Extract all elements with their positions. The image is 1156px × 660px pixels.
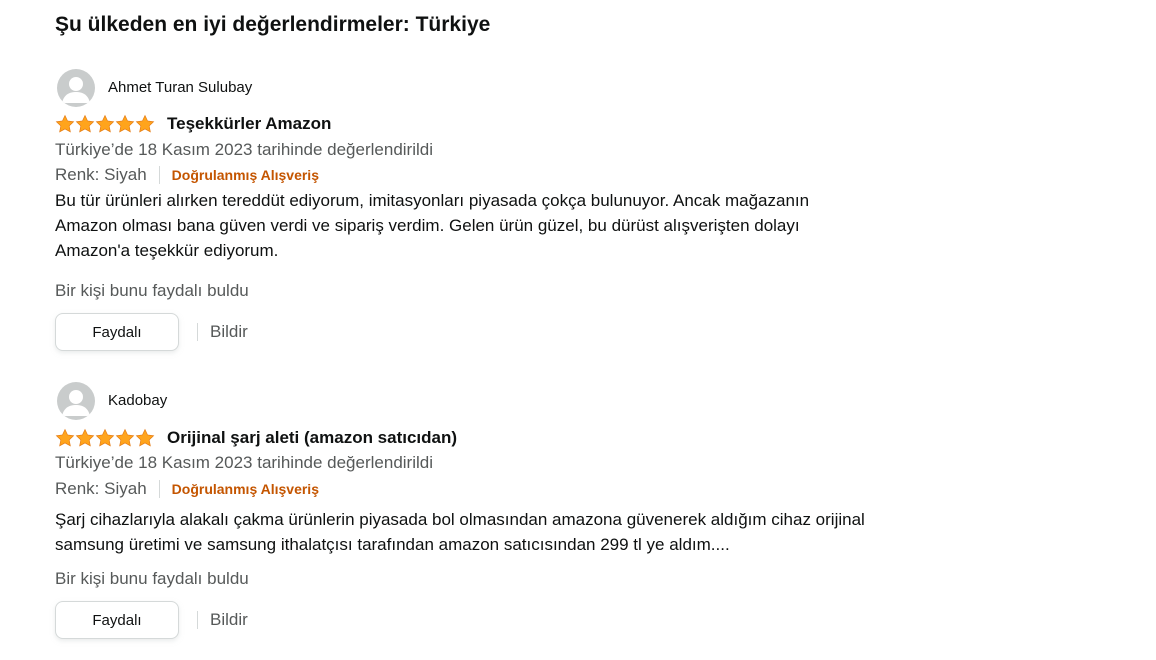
review-meta: Renk: Siyah Doğrulanmış Alışveriş: [55, 164, 319, 186]
star-icon: [55, 114, 75, 133]
verified-purchase-badge[interactable]: Doğrulanmış Alışveriş: [172, 165, 319, 185]
reviewer-name: Ahmet Turan Sulubay: [108, 79, 253, 96]
divider: [197, 611, 198, 629]
review-date: Türkiye’de 18 Kasım 2023 tarihinde değer…: [55, 140, 433, 159]
divider: [158, 166, 160, 184]
variant-label[interactable]: Renk: Siyah: [55, 478, 147, 500]
reviewer-profile[interactable]: Ahmet Turan Sulubay: [55, 68, 252, 108]
review-actions: Faydalı Bildir: [55, 601, 248, 639]
helpful-button[interactable]: Faydalı: [55, 601, 179, 639]
review-date: Türkiye’de 18 Kasım 2023 tarihinde değer…: [55, 453, 433, 472]
review-body-line: Şarj cihazlarıyla alakalı çakma ürünleri…: [55, 510, 865, 529]
review-body: Şarj cihazlarıyla alakalı çakma ürünleri…: [55, 507, 955, 557]
section-heading: Şu ülkeden en iyi değerlendirmeler: Türk…: [55, 13, 491, 36]
star-icon: [115, 114, 135, 133]
review-card: Kadobay Orijinal şarj aleti (amazon satı…: [55, 381, 1055, 651]
avatar-icon: [57, 382, 95, 420]
star-rating[interactable]: [55, 428, 155, 448]
review-body-line: samsung üretimi ve samsung ithalatçısı t…: [55, 535, 730, 554]
star-icon: [95, 114, 115, 133]
review-title[interactable]: Teşekkürler Amazon: [167, 113, 331, 135]
review-body-line: Amazon olması bana güven verdi ve sipari…: [55, 216, 800, 235]
report-link[interactable]: Bildir: [210, 322, 248, 342]
divider: [158, 480, 160, 498]
star-icon: [55, 428, 75, 447]
helpful-button[interactable]: Faydalı: [55, 313, 179, 351]
report-link[interactable]: Bildir: [210, 610, 248, 630]
reviewer-profile[interactable]: Kadobay: [55, 381, 167, 421]
verified-purchase-badge[interactable]: Doğrulanmış Alışveriş: [172, 479, 319, 499]
star-rating[interactable]: [55, 114, 155, 134]
helpful-count: Bir kişi bunu faydalı buldu: [55, 569, 249, 588]
variant-label[interactable]: Renk: Siyah: [55, 164, 147, 186]
star-icon: [95, 428, 115, 447]
reviewer-name: Kadobay: [108, 392, 168, 409]
star-icon: [75, 428, 95, 447]
review-title[interactable]: Orijinal şarj aleti (amazon satıcıdan): [167, 427, 457, 449]
review-body: Bu tür ürünleri alırken tereddüt ediyoru…: [55, 188, 915, 263]
review-title-row: Teşekkürler Amazon: [55, 112, 331, 136]
divider: [197, 323, 198, 341]
review-card: Ahmet Turan Sulubay Teşekkürler Amazon T…: [55, 68, 1055, 358]
star-icon: [75, 114, 95, 133]
star-icon: [135, 114, 155, 133]
review-body-line: Bu tür ürünleri alırken tereddüt ediyoru…: [55, 191, 810, 210]
review-actions: Faydalı Bildir: [55, 313, 248, 351]
star-icon: [115, 428, 135, 447]
review-meta: Renk: Siyah Doğrulanmış Alışveriş: [55, 478, 319, 500]
star-icon: [135, 428, 155, 447]
review-body-line: Amazon'a teşekkür ediyorum.: [55, 241, 279, 260]
helpful-count: Bir kişi bunu faydalı buldu: [55, 281, 249, 300]
review-title-row: Orijinal şarj aleti (amazon satıcıdan): [55, 426, 457, 450]
avatar-icon: [57, 69, 95, 107]
